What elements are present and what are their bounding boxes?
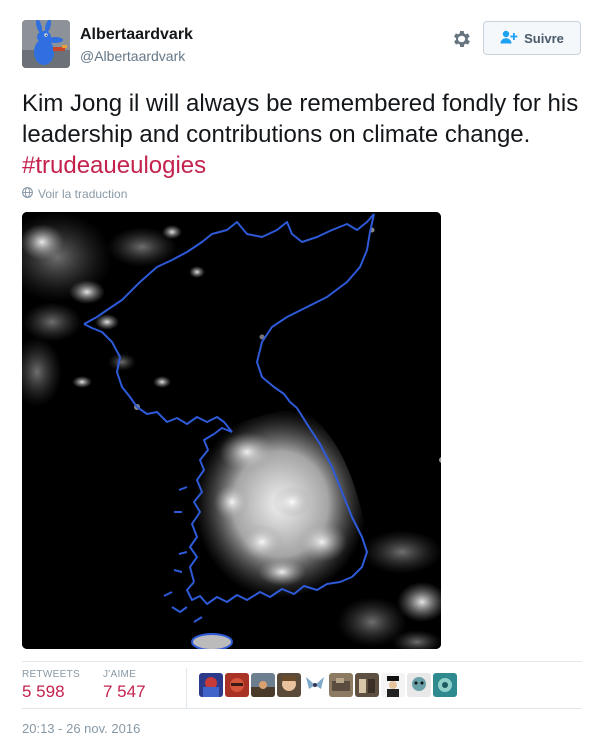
user-handle[interactable]: @Albertaardvark [80,48,185,64]
liker-avatar[interactable] [277,673,301,697]
gear-icon[interactable] [450,28,472,50]
korea-night-satellite-image [22,212,441,649]
liker-avatar[interactable] [329,673,353,697]
liker-avatar[interactable] [433,673,457,697]
tweet-text: Kim Jong il will always be remembered fo… [22,88,582,181]
translate-link[interactable]: Voir la traduction [22,187,127,201]
liker-avatar[interactable] [381,673,405,697]
follow-button[interactable]: Suivre [483,21,581,55]
divider-top [22,661,582,662]
tweet-timestamp[interactable]: 20:13 - 26 nov. 2016 [22,721,140,736]
liker-avatars [199,673,457,697]
retweets-count[interactable]: 5 598 [22,682,65,702]
hashtag-link[interactable]: #trudeaueulogies [22,152,206,179]
divider-bottom [22,708,582,709]
liker-avatar[interactable] [199,673,223,697]
liker-avatar[interactable] [355,673,379,697]
stats-separator [186,668,187,708]
translate-label: Voir la traduction [38,187,128,201]
retweets-label: RETWEETS [22,669,80,680]
likes-count[interactable]: 7 547 [103,682,146,702]
tweet-body: Kim Jong il will always be remembered fo… [22,90,579,148]
tweet-image[interactable] [22,212,441,649]
user-display-name[interactable]: Albertaardvark [80,26,193,44]
liker-avatar[interactable] [407,673,431,697]
liker-avatar[interactable] [251,673,275,697]
likes-label: J'AIME [103,669,137,680]
add-user-icon [500,30,518,47]
liker-avatar[interactable] [225,673,249,697]
globe-icon [22,187,33,201]
user-avatar[interactable] [22,20,70,68]
follow-button-label: Suivre [524,30,564,46]
liker-avatar[interactable] [303,673,327,697]
